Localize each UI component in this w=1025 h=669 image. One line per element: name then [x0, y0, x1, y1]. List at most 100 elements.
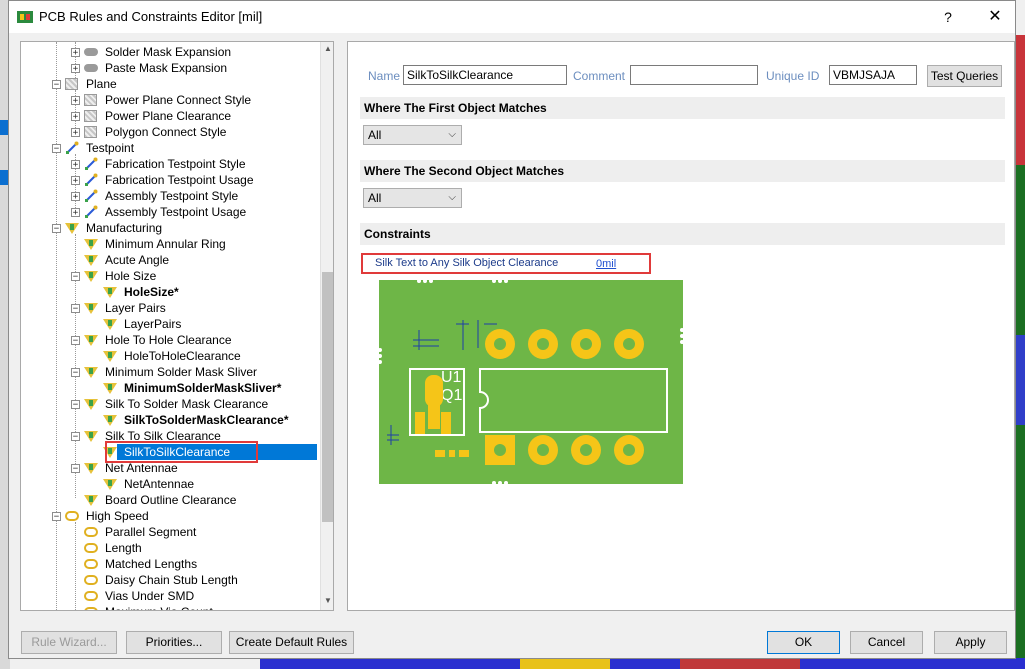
- tree-item-label: Silk To Solder Mask Clearance: [105, 397, 269, 411]
- chevron-down-icon: ⌵: [448, 129, 456, 140]
- priorities-button[interactable]: Priorities...: [126, 631, 222, 654]
- tree-item[interactable]: Matched Lengths: [21, 556, 319, 572]
- tree-item[interactable]: − Plane: [21, 76, 319, 92]
- tree-scrollbar[interactable]: ▲ ▼: [320, 42, 333, 610]
- tree-item[interactable]: Parallel Segment: [21, 524, 319, 540]
- tree-item[interactable]: + Polygon Connect Style: [21, 124, 319, 140]
- ok-button[interactable]: OK: [767, 631, 840, 654]
- tree-item[interactable]: + Assembly Testpoint Usage: [21, 204, 319, 220]
- tree-item[interactable]: − Hole To Hole Clearance: [21, 332, 319, 348]
- tree-item[interactable]: + Solder Mask Expansion: [21, 44, 319, 60]
- tree-item[interactable]: + Power Plane Connect Style: [21, 92, 319, 108]
- scroll-down-icon[interactable]: ▼: [321, 596, 333, 608]
- tree-item[interactable]: − Manufacturing: [21, 220, 319, 236]
- tree-item[interactable]: NetAntennae: [21, 476, 319, 492]
- tree-item-label: High Speed: [86, 509, 149, 523]
- expand-icon[interactable]: +: [71, 112, 80, 122]
- test-queries-button[interactable]: Test Queries: [927, 65, 1002, 87]
- tree-item[interactable]: SilkToSolderMaskClearance*: [21, 412, 319, 428]
- tree-item-label: NetAntennae: [124, 477, 195, 491]
- second-match-header: Where The Second Object Matches: [360, 160, 1005, 182]
- expand-icon[interactable]: +: [71, 192, 80, 202]
- clearance-diagram-svg: U1 Q1 R1: [378, 279, 684, 500]
- constraints-header: Constraints: [360, 223, 1005, 245]
- tree-item[interactable]: − Testpoint: [21, 140, 319, 156]
- cancel-button[interactable]: Cancel: [850, 631, 923, 654]
- clearance-value[interactable]: 0mil: [596, 258, 616, 270]
- tree-item-label: Testpoint: [86, 141, 135, 155]
- name-field[interactable]: SilkToSilkClearance: [403, 65, 567, 85]
- tree-item[interactable]: Minimum Annular Ring: [21, 236, 319, 252]
- tree-item[interactable]: HoleSize*: [21, 284, 319, 300]
- second-match-select[interactable]: All ⌵: [363, 188, 462, 208]
- apply-button[interactable]: Apply: [934, 631, 1007, 654]
- unique-id-field[interactable]: VBMJSAJA: [829, 65, 917, 85]
- collapse-icon[interactable]: −: [71, 432, 80, 442]
- tree-item-label: MinimumSolderMaskSliver*: [124, 381, 282, 395]
- tree-item[interactable]: + Fabrication Testpoint Style: [21, 156, 319, 172]
- tree-item[interactable]: Length: [21, 540, 319, 556]
- second-match-value: All: [368, 191, 382, 205]
- tree-item[interactable]: + Fabrication Testpoint Usage: [21, 172, 319, 188]
- first-match-select[interactable]: All ⌵: [363, 125, 462, 145]
- tree-item[interactable]: − Hole Size: [21, 268, 319, 284]
- comment-field[interactable]: [630, 65, 758, 85]
- help-button[interactable]: ?: [937, 6, 959, 28]
- rules-tree[interactable]: + Solder Mask Expansion + Paste Mask Expans…: [20, 41, 334, 611]
- high-speed-icon: [84, 527, 98, 537]
- tree-item[interactable]: − Minimum Solder Mask Sliver: [21, 364, 319, 380]
- tree-item-label: Fabrication Testpoint Style: [105, 157, 246, 171]
- rule-pill-icon: [84, 48, 98, 56]
- tree-item-label: Layer Pairs: [105, 301, 166, 315]
- collapse-icon[interactable]: −: [71, 464, 80, 474]
- tree-item[interactable]: + Paste Mask Expansion: [21, 60, 319, 76]
- collapse-icon[interactable]: −: [71, 272, 80, 282]
- scrollbar-thumb[interactable]: [322, 272, 333, 522]
- tree-item-label: Minimum Annular Ring: [105, 237, 226, 251]
- tree-item[interactable]: HoleToHoleClearance: [21, 348, 319, 364]
- tree-item[interactable]: + Assembly Testpoint Style: [21, 188, 319, 204]
- tree-item[interactable]: Daisy Chain Stub Length: [21, 572, 319, 588]
- scroll-up-icon[interactable]: ▲: [321, 44, 333, 56]
- tree-item[interactable]: Maximum Via Count: [21, 604, 319, 610]
- tree-item[interactable]: MinimumSolderMaskSliver*: [21, 380, 319, 396]
- close-button[interactable]: ✕: [984, 6, 1006, 28]
- tree-item[interactable]: − Layer Pairs: [21, 300, 319, 316]
- tree-item[interactable]: Acute Angle: [21, 252, 319, 268]
- tree-item-label: Power Plane Connect Style: [105, 93, 252, 107]
- tree-item[interactable]: Board Outline Clearance: [21, 492, 319, 508]
- collapse-icon[interactable]: −: [52, 80, 61, 90]
- collapse-icon[interactable]: −: [71, 304, 80, 314]
- tree-item[interactable]: − Silk To Solder Mask Clearance: [21, 396, 319, 412]
- rule-wizard-button[interactable]: Rule Wizard...: [21, 631, 117, 654]
- collapse-icon[interactable]: −: [71, 336, 80, 346]
- background-blue-region: [1016, 335, 1025, 425]
- expand-icon[interactable]: +: [71, 208, 80, 218]
- expand-icon[interactable]: +: [71, 48, 80, 58]
- background-red-region: [1016, 35, 1025, 165]
- expand-icon[interactable]: +: [71, 64, 80, 74]
- manufacturing-icon: [103, 479, 117, 490]
- collapse-icon[interactable]: −: [52, 144, 61, 154]
- expand-icon[interactable]: +: [71, 128, 80, 138]
- rule-editor-panel: Name SilkToSilkClearance Comment Unique …: [347, 41, 1015, 611]
- collapse-icon[interactable]: −: [52, 512, 61, 522]
- background-pcb-bottom-edge: [260, 658, 1025, 669]
- expand-icon[interactable]: +: [71, 96, 80, 106]
- tree-item[interactable]: − High Speed: [21, 508, 319, 524]
- tree-item[interactable]: LayerPairs: [21, 316, 319, 332]
- collapse-icon[interactable]: −: [71, 368, 80, 378]
- collapse-icon[interactable]: −: [52, 224, 61, 234]
- create-default-rules-button[interactable]: Create Default Rules: [229, 631, 354, 654]
- tree-item[interactable]: + Power Plane Clearance: [21, 108, 319, 124]
- expand-icon[interactable]: +: [71, 176, 80, 186]
- rules-editor-dialog: PCB Rules and Constraints Editor [mil] ?…: [8, 0, 1016, 659]
- tree-item[interactable]: Vias Under SMD: [21, 588, 319, 604]
- expand-icon[interactable]: +: [71, 160, 80, 170]
- comment-label: Comment: [573, 69, 626, 83]
- collapse-icon[interactable]: −: [71, 400, 80, 410]
- manufacturing-icon: [84, 399, 98, 410]
- background-pcb-right-edge: [1016, 35, 1025, 669]
- plane-icon: [84, 126, 97, 138]
- title-bar[interactable]: PCB Rules and Constraints Editor [mil] ?…: [9, 1, 1015, 33]
